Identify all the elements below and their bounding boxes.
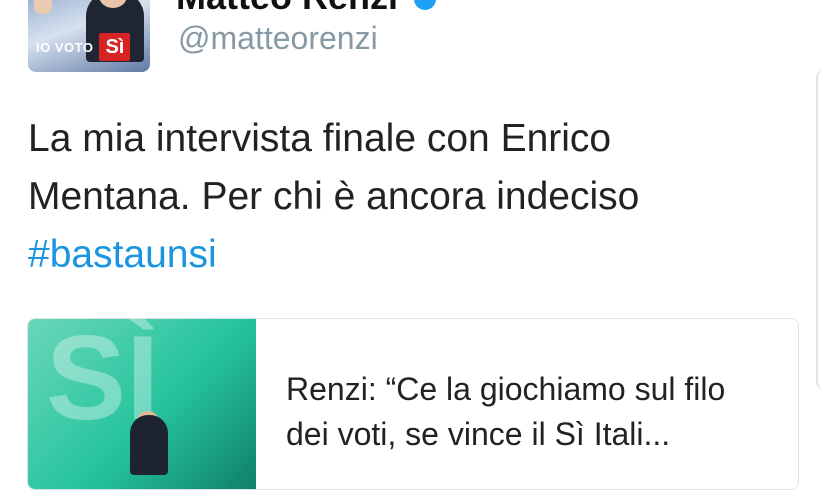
tweet-text: La mia intervista finale con Enrico Ment… <box>28 110 768 284</box>
profile-avatar[interactable]: IO VOTO Sì <box>28 0 150 72</box>
tweet-line-2: Mentana. Per chi è ancora indeciso <box>28 175 640 218</box>
hashtag-link[interactable]: #bastaunsi <box>28 226 768 284</box>
link-preview-card[interactable]: SÌ Renzi: “Ce la giochiamo sul filo dei … <box>27 318 799 490</box>
avatar-badge: IO VOTO Sì <box>36 32 142 62</box>
card-title: Renzi: “Ce la giochiamo sul filo dei vot… <box>286 371 726 452</box>
scrollbar-track[interactable] <box>816 70 826 390</box>
si-label: Sì <box>99 33 131 61</box>
speaker-image <box>130 415 168 475</box>
io-voto-label: IO VOTO <box>36 39 94 55</box>
display-name[interactable]: Matteo Renzi <box>176 0 437 18</box>
hand-image <box>34 0 52 14</box>
user-handle[interactable]: @matteorenzi <box>178 20 378 57</box>
tweet-line-1: La mia intervista finale con Enrico <box>28 117 612 160</box>
verified-icon <box>414 0 437 11</box>
display-name-text: Matteo Renzi <box>176 0 398 17</box>
